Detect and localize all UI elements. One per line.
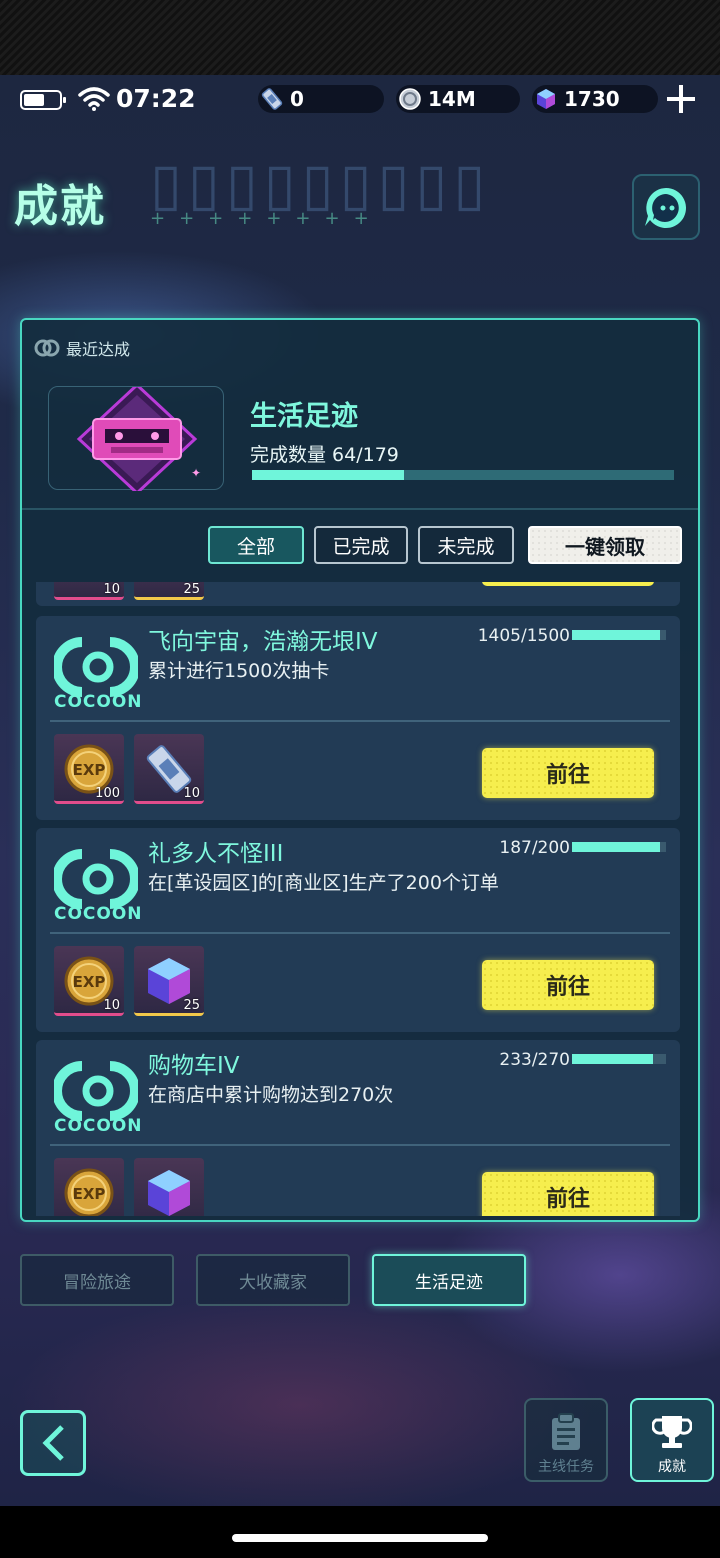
cube-gem-icon bbox=[532, 85, 560, 113]
svg-text:EXP: EXP bbox=[73, 1185, 106, 1203]
go-button[interactable]: 前往 bbox=[482, 960, 654, 1010]
tab-adventure[interactable]: 冒险旅途 bbox=[20, 1254, 174, 1306]
achievement-description: 在商店中累计购物达到270次 bbox=[148, 1084, 394, 1106]
svg-text:EXP: EXP bbox=[73, 973, 106, 991]
achievement-name: 礼多人不怪III bbox=[148, 841, 284, 867]
achievement-list[interactable]: 10 25 COCOON 飞向宇宙，浩瀚无垠IV 累计进行1500次抽卡 140… bbox=[36, 582, 684, 1216]
completion-progress-fill bbox=[252, 470, 404, 480]
cocoon-logo-text: COCOON bbox=[54, 692, 143, 712]
achievement-card: COCOON 购物车IV 在商店中累计购物达到270次 233/270 EXP … bbox=[36, 1040, 680, 1216]
cocoon-logo-text: COCOON bbox=[54, 904, 143, 924]
main-quest-label: 主线任务 bbox=[538, 1459, 594, 1475]
completion-count: 完成数量 64/179 bbox=[250, 444, 399, 466]
reward-exp[interactable]: EXP 100 bbox=[54, 734, 124, 804]
coin-resource[interactable]: 14M bbox=[396, 85, 520, 113]
achievement-card: COCOON 礼多人不怪III 在[革设园区]的[商业区]生产了200个订单 1… bbox=[36, 828, 680, 1032]
completion-progress-bar bbox=[252, 470, 674, 480]
ticket-resource[interactable]: 0 bbox=[258, 85, 384, 113]
achievement-card: COCOON 飞向宇宙，浩瀚无垠IV 累计进行1500次抽卡 1405/1500… bbox=[36, 616, 680, 820]
svg-text:✦: ✦ bbox=[191, 466, 201, 480]
recent-label: 最近达成 bbox=[66, 340, 131, 359]
achievement-progress-bar bbox=[572, 630, 666, 640]
status-bar: 07:22 0 14M 1730 bbox=[0, 80, 720, 118]
header-banner: ▯▯▯▯▯▯▯▯▯ ++++++++ 成就 bbox=[0, 150, 720, 250]
chevron-left-icon bbox=[42, 1425, 64, 1461]
previous-card-stub: 10 25 bbox=[36, 582, 680, 606]
achievement-progress-bar bbox=[572, 842, 666, 852]
filter-completed[interactable]: 已完成 bbox=[314, 526, 408, 564]
reward-ticket[interactable]: 10 bbox=[134, 734, 204, 804]
bottom-safe-area bbox=[0, 1506, 720, 1558]
achievement-progress-fill bbox=[572, 842, 660, 852]
clock-time: 07:22 bbox=[116, 84, 196, 113]
back-button[interactable] bbox=[20, 1410, 86, 1476]
filter-all[interactable]: 全部 bbox=[208, 526, 304, 564]
cocoon-logo-text: COCOON bbox=[54, 1116, 143, 1136]
reward-exp[interactable]: EXP bbox=[54, 1158, 124, 1216]
achievements-nav-label: 成就 bbox=[658, 1459, 686, 1475]
achievements-nav-button[interactable]: 成就 bbox=[630, 1398, 714, 1482]
home-indicator bbox=[232, 1534, 488, 1542]
top-notch-area bbox=[0, 0, 720, 75]
clipboard-icon bbox=[552, 1413, 580, 1450]
card-divider bbox=[50, 1144, 670, 1146]
chat-bubble-icon bbox=[645, 188, 686, 228]
achievement-name: 购物车IV bbox=[148, 1053, 240, 1079]
cube-gem-icon bbox=[148, 1170, 190, 1216]
ticket-icon bbox=[258, 85, 286, 113]
coin-icon bbox=[396, 85, 424, 113]
filter-incomplete[interactable]: 未完成 bbox=[418, 526, 514, 564]
banner-dots: ++++++++ bbox=[150, 208, 383, 229]
add-currency-button[interactable] bbox=[664, 82, 698, 116]
achievement-description: 累计进行1500次抽卡 bbox=[148, 660, 330, 682]
main-quest-button[interactable]: 主线任务 bbox=[524, 1398, 608, 1482]
reward-slot: 10 bbox=[54, 582, 124, 600]
achievement-progress-fill bbox=[572, 1054, 654, 1064]
card-divider bbox=[50, 932, 670, 934]
gem-resource[interactable]: 1730 bbox=[532, 85, 658, 113]
achievement-count: 1405/1500 bbox=[477, 626, 570, 646]
coin-value: 14M bbox=[428, 87, 476, 111]
card-divider bbox=[50, 720, 670, 722]
cocoon-small-icon bbox=[34, 339, 60, 357]
page-title: 成就 bbox=[14, 181, 106, 232]
go-button[interactable]: 前往 bbox=[482, 748, 654, 798]
recent-header: 最近达成 bbox=[34, 336, 130, 360]
go-button[interactable]: 前往 bbox=[482, 1172, 654, 1216]
tab-collector[interactable]: 大收藏家 bbox=[196, 1254, 350, 1306]
claim-all-button[interactable]: 一键领取 bbox=[528, 526, 682, 564]
ticket-value: 0 bbox=[290, 87, 304, 111]
achievement-count: 187/200 bbox=[499, 838, 570, 858]
achievement-panel: 最近达成 ✦ 生活足迹 完成数量 64/179 全部 已完成 未完成 一键领取 bbox=[20, 318, 700, 1222]
reward-gem[interactable]: 25 bbox=[134, 946, 204, 1016]
wifi-icon bbox=[78, 87, 110, 111]
gem-value: 1730 bbox=[564, 87, 620, 111]
category-title: 生活足迹 bbox=[250, 401, 358, 432]
tab-life-footprint[interactable]: 生活足迹 bbox=[372, 1254, 526, 1306]
reward-slot: 25 bbox=[134, 582, 204, 600]
go-button-stub bbox=[482, 582, 654, 586]
svg-text:EXP: EXP bbox=[73, 761, 106, 779]
category-summary: ✦ 生活足迹 完成数量 64/179 bbox=[22, 366, 698, 510]
reward-gem[interactable] bbox=[134, 1158, 204, 1216]
achievement-description: 在[革设园区]的[商业区]生产了200个订单 bbox=[148, 872, 499, 894]
cassette-badge-icon: ✦ bbox=[76, 387, 201, 491]
achievement-count: 233/270 bbox=[499, 1050, 570, 1070]
achievement-progress-fill bbox=[572, 630, 661, 640]
achievement-progress-bar bbox=[572, 1054, 666, 1064]
exp-coin-icon: EXP bbox=[64, 1168, 114, 1216]
reward-exp[interactable]: EXP 10 bbox=[54, 946, 124, 1016]
achievement-name: 飞向宇宙，浩瀚无垠IV bbox=[148, 629, 378, 655]
chat-button[interactable] bbox=[632, 174, 700, 240]
battery-icon bbox=[20, 90, 66, 110]
category-badge-frame: ✦ bbox=[48, 386, 224, 491]
trophy-icon bbox=[652, 1416, 692, 1448]
